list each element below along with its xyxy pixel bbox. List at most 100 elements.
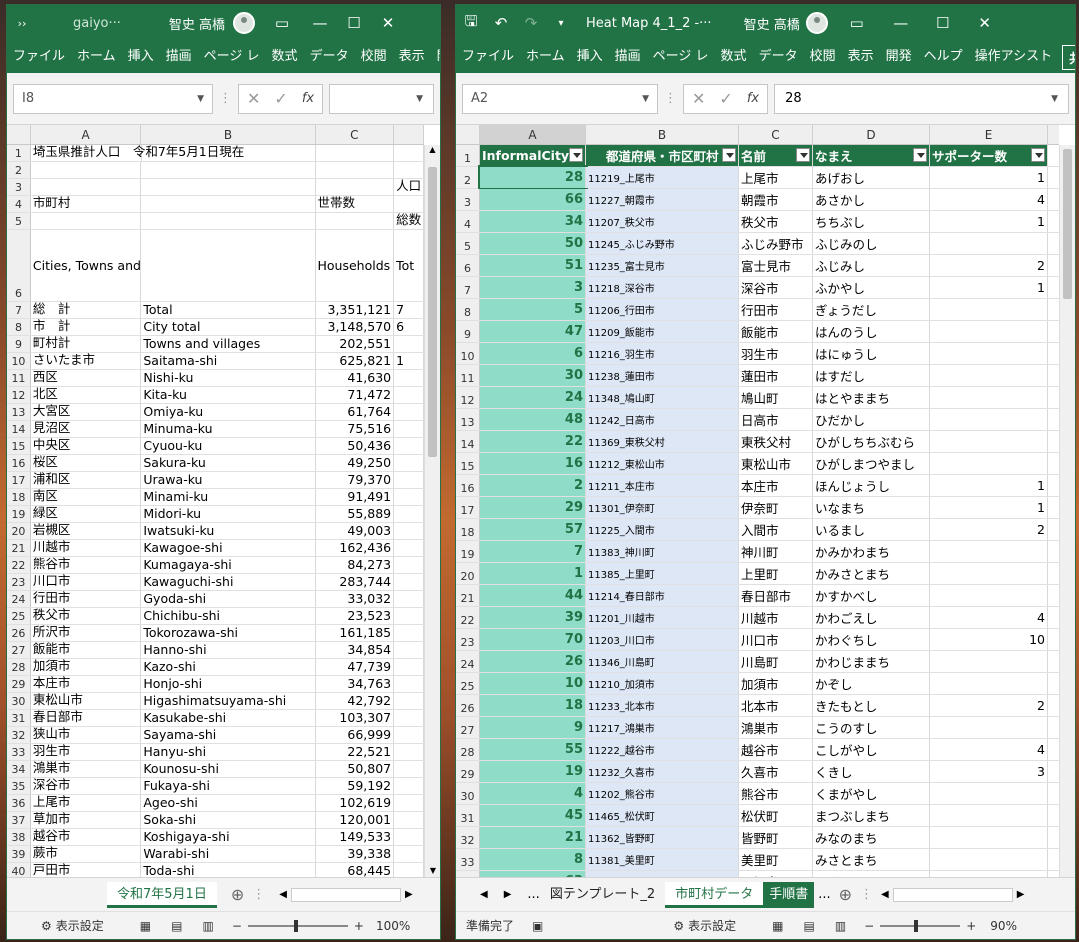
cell[interactable]: 91,491 [316, 489, 395, 505]
ribbon-display-icon[interactable]: ▭ [267, 5, 297, 41]
cell[interactable]: 川越市 [739, 607, 813, 628]
cell[interactable]: 39 [480, 607, 586, 628]
row-header[interactable]: 19 [7, 506, 31, 522]
row-header[interactable]: 36 [7, 795, 31, 811]
cell[interactable]: みさとまち [813, 849, 930, 870]
filter-dropdown-icon[interactable] [913, 148, 927, 162]
cell[interactable]: 19 [480, 761, 586, 782]
row-header[interactable]: 4 [456, 211, 480, 232]
cell[interactable] [394, 557, 424, 573]
cell[interactable]: City total [141, 319, 316, 335]
cell[interactable] [930, 783, 1048, 804]
cell[interactable]: 11201_川越市 [586, 607, 739, 628]
cell[interactable]: Ageo-shi [141, 795, 316, 811]
formula-input[interactable]: 28 ▼ [774, 83, 1069, 114]
cell[interactable] [394, 625, 424, 641]
cell[interactable]: 11346_川島町 [586, 651, 739, 672]
cell[interactable] [930, 805, 1048, 826]
cell[interactable]: 飯能市 [739, 321, 813, 342]
cell[interactable]: Kasukabe-shi [141, 710, 316, 726]
cell[interactable]: はんのうし [813, 321, 930, 342]
cell[interactable]: 7 [394, 302, 424, 318]
cell[interactable]: 79,370 [316, 472, 395, 488]
cell[interactable]: 18 [480, 695, 586, 716]
share-button[interactable]: 共有 [1062, 44, 1075, 70]
cell[interactable]: 30 [480, 365, 586, 386]
cell[interactable]: 秩父市 [31, 608, 142, 624]
cell[interactable]: ふじみし [813, 255, 930, 276]
cell[interactable]: 西区 [31, 370, 142, 386]
cell[interactable]: 深谷市 [739, 277, 813, 298]
cell[interactable] [394, 506, 424, 522]
zoom-slider[interactable] [247, 919, 348, 932]
cell[interactable]: 南区 [31, 489, 142, 505]
cell[interactable] [141, 162, 316, 178]
sheet-tab[interactable]: 手順書 [763, 881, 815, 908]
cell[interactable]: 川口市 [739, 629, 813, 650]
row-header[interactable]: 15 [7, 438, 31, 454]
row-header[interactable]: 19 [456, 541, 480, 562]
cell[interactable]: 蓮田市 [739, 365, 813, 386]
display-settings-label[interactable]: 表示設定 [56, 917, 104, 934]
cell[interactable]: 深谷市 [31, 778, 142, 794]
vertical-scrollbar[interactable]: ▲ ▼ [424, 145, 440, 877]
cell[interactable]: かみさとまち [813, 563, 930, 584]
cell[interactable] [394, 812, 424, 828]
cell[interactable]: 松伏町 [739, 805, 813, 826]
redo-icon[interactable]: ↷ [516, 5, 546, 41]
fx-icon[interactable]: fx [302, 91, 314, 106]
cell[interactable]: 2 [930, 519, 1048, 540]
avatar[interactable] [233, 12, 256, 34]
row-header[interactable]: 29 [7, 676, 31, 692]
cell[interactable]: 66 [480, 189, 586, 210]
cell[interactable]: 3,351,121 [316, 302, 395, 318]
cell[interactable] [930, 717, 1048, 738]
cell[interactable]: かすかべし [813, 585, 930, 606]
column-header[interactable] [394, 125, 424, 144]
cell[interactable]: Chichibu-shi [141, 608, 316, 624]
cell[interactable] [394, 795, 424, 811]
cell[interactable]: いなまち [813, 497, 930, 518]
cell[interactable]: 10 [480, 673, 586, 694]
cell[interactable]: 1 [480, 563, 586, 584]
filter-dropdown-icon[interactable] [569, 148, 583, 162]
zoom-slider[interactable] [880, 919, 961, 932]
row-header[interactable]: 39 [7, 846, 31, 862]
row-header[interactable]: 11 [7, 370, 31, 386]
row-header[interactable]: 31 [7, 710, 31, 726]
cell[interactable] [394, 693, 424, 709]
cell[interactable]: Kawaguchi-shi [141, 574, 316, 590]
cell[interactable] [394, 744, 424, 760]
cell[interactable] [141, 179, 316, 195]
cell[interactable]: ちちぶし [813, 211, 930, 232]
cell[interactable]: 149,533 [316, 829, 395, 845]
cell[interactable]: ひだかし [813, 409, 930, 430]
cell[interactable]: 161,185 [316, 625, 395, 641]
row-header[interactable]: 21 [7, 540, 31, 556]
cell[interactable]: 55,889 [316, 506, 395, 522]
cell[interactable]: 熊谷市 [31, 557, 142, 573]
scroll-thumb[interactable] [428, 167, 437, 457]
cell[interactable] [316, 145, 395, 161]
cell[interactable]: 伊奈町 [739, 497, 813, 518]
row-header[interactable]: 28 [7, 659, 31, 675]
cell[interactable]: ふじみ野市 [739, 233, 813, 254]
cell[interactable]: 埼玉県推計人口 令和7年5月1日現在 [31, 144, 244, 161]
cell[interactable]: 21 [480, 827, 586, 848]
row-header[interactable]: 29 [456, 761, 480, 782]
row-header[interactable]: 3 [456, 189, 480, 210]
add-sheet-icon[interactable]: ⊕ [839, 885, 852, 904]
formula-input[interactable]: ▼ [329, 83, 434, 114]
cell[interactable]: 29 [480, 497, 586, 518]
cell[interactable]: 2 [930, 255, 1048, 276]
ribbon-tab[interactable]: データ [304, 41, 355, 73]
row-header[interactable]: 28 [456, 739, 480, 760]
cell[interactable] [394, 778, 424, 794]
column-header[interactable]: D [813, 125, 930, 144]
select-all-corner[interactable] [7, 125, 31, 144]
row-header[interactable]: 6 [456, 255, 480, 276]
cell[interactable] [394, 145, 424, 161]
cell[interactable]: はすだし [813, 365, 930, 386]
cell[interactable]: ほんじょうし [813, 475, 930, 496]
check-icon[interactable]: ✓ [274, 89, 287, 108]
